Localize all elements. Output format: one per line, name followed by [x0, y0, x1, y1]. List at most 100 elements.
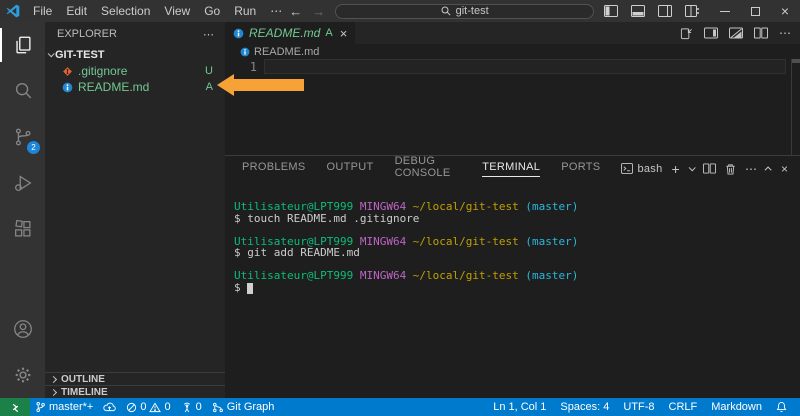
activity-run-debug[interactable]	[0, 160, 45, 206]
editor-more-actions-icon[interactable]: ⋯	[779, 26, 791, 40]
panel-tab-terminal[interactable]: TERMINAL	[482, 161, 540, 177]
breadcrumb-item[interactable]: README.md	[254, 46, 319, 58]
panel-tab-problems[interactable]: PROBLEMS	[242, 161, 306, 177]
split-editor-icon[interactable]	[754, 27, 768, 39]
terminal-command-line: $ touch README.md .gitignore	[234, 213, 800, 225]
publish-changes-button[interactable]	[98, 402, 121, 412]
problems-status[interactable]: 0 0	[121, 401, 175, 413]
forwarded-ports-status[interactable]: 0	[176, 401, 207, 413]
command-center-search[interactable]: git-test	[335, 4, 594, 19]
terminal-shell-selector[interactable]: bash	[621, 163, 662, 175]
activity-explorer[interactable]	[0, 22, 45, 68]
editor-tab-bar: README.md A × ⋯	[225, 22, 800, 44]
git-branch-status[interactable]: master*+	[30, 401, 98, 413]
activity-settings[interactable]	[0, 352, 45, 398]
menu-run[interactable]: Run	[227, 4, 263, 18]
menu-overflow[interactable]: ⋯	[263, 4, 289, 18]
breadcrumb[interactable]: README.md	[225, 44, 800, 59]
info-file-icon	[233, 28, 244, 39]
editor-scrollbar-slider[interactable]	[792, 59, 800, 63]
extensions-icon	[12, 218, 34, 240]
notifications-bell-icon[interactable]	[769, 401, 794, 413]
terminal-command-line: $ git add README.md	[234, 247, 800, 259]
new-terminal-icon[interactable]: +	[672, 162, 680, 176]
bottom-panel: PROBLEMS OUTPUT DEBUG CONSOLE TERMINAL P…	[225, 155, 800, 398]
files-icon	[12, 34, 34, 56]
editor-pane[interactable]: 1	[225, 59, 800, 155]
menu-selection[interactable]: Selection	[94, 4, 157, 18]
terminal-cursor	[247, 283, 253, 294]
preview-side-icon[interactable]	[729, 27, 743, 39]
activity-accounts[interactable]	[0, 306, 45, 352]
navigate-forward-icon[interactable]: →	[312, 4, 325, 19]
terminal-prompt-line: Utilisateur@LPT999MINGW64~/local/git-tes…	[234, 270, 800, 282]
file-row-gitignore[interactable]: .gitignore U	[45, 63, 225, 79]
status-bar: master*+ 0 0 0 Git Graph Ln 1, Col 1 Spa…	[0, 398, 800, 416]
folder-section-git-test[interactable]: GIT-TEST	[45, 46, 225, 63]
kill-terminal-trash-icon[interactable]	[725, 163, 736, 175]
activity-extensions[interactable]	[0, 206, 45, 252]
window-minimize-button[interactable]	[710, 0, 740, 22]
menu-go[interactable]: Go	[197, 4, 227, 18]
gear-icon	[12, 364, 34, 386]
terminal-dropdown-icon[interactable]	[689, 164, 696, 171]
explorer-more-actions-icon[interactable]: ⋯	[203, 28, 215, 41]
editor-scrollbar-divider	[791, 59, 792, 155]
open-preview-icon[interactable]	[704, 27, 718, 39]
panel-tab-ports[interactable]: PORTS	[561, 161, 600, 177]
indentation-status[interactable]: Spaces: 4	[553, 401, 616, 413]
menu-file[interactable]: File	[26, 4, 59, 18]
terminal-block: Utilisateur@LPT999MINGW64~/local/git-tes…	[234, 270, 800, 294]
toggle-sidebar-icon[interactable]	[604, 5, 618, 17]
activity-source-control[interactable]: 2	[0, 114, 45, 160]
chevron-right-icon	[50, 375, 57, 382]
git-graph-icon	[212, 402, 224, 413]
menu-edit[interactable]: Edit	[59, 4, 94, 18]
chevron-right-icon	[50, 388, 57, 395]
outline-section[interactable]: OUTLINE	[45, 372, 225, 385]
activity-search[interactable]	[0, 68, 45, 114]
activity-bar: 2	[0, 22, 45, 398]
line-number: 1	[225, 60, 257, 74]
encoding-status[interactable]: UTF-8	[616, 401, 661, 413]
tab-readme[interactable]: README.md A ×	[225, 22, 355, 44]
file-row-readme[interactable]: README.md A	[45, 79, 225, 95]
cursor-position-status[interactable]: Ln 1, Col 1	[486, 401, 553, 413]
annotation-arrow-tail	[233, 79, 304, 91]
navigate-back-icon[interactable]: ←	[289, 4, 302, 19]
git-graph-button[interactable]: Git Graph	[207, 401, 280, 413]
split-terminal-icon[interactable]	[703, 163, 716, 174]
remote-icon	[10, 402, 21, 413]
tab-close-icon[interactable]: ×	[340, 27, 348, 40]
remote-indicator-button[interactable]	[0, 398, 30, 416]
panel-tab-debug-console[interactable]: DEBUG CONSOLE	[395, 155, 462, 183]
panel-more-actions-icon[interactable]: ⋯	[745, 162, 758, 176]
panel-tab-output[interactable]: OUTPUT	[327, 161, 374, 177]
terminal-block: Utilisateur@LPT999MINGW64~/local/git-tes…	[234, 201, 800, 224]
open-changes-icon[interactable]	[680, 27, 693, 40]
eol-status[interactable]: CRLF	[662, 401, 705, 413]
radio-tower-icon	[181, 402, 193, 413]
terminal-icon	[621, 163, 633, 174]
window-close-button[interactable]: ×	[770, 0, 800, 22]
terminal-output[interactable]: Utilisateur@LPT999MINGW64~/local/git-tes…	[225, 181, 800, 305]
toggle-secondary-sidebar-icon[interactable]	[658, 5, 672, 17]
warning-count: 0	[164, 401, 170, 413]
toggle-panel-icon[interactable]	[631, 5, 645, 17]
explorer-title: EXPLORER	[57, 28, 117, 40]
close-panel-icon[interactable]: ×	[781, 162, 789, 176]
file-name: README.md	[78, 80, 149, 94]
window-maximize-button[interactable]	[740, 0, 770, 22]
error-count: 0	[140, 401, 146, 413]
timeline-section[interactable]: TIMELINE	[45, 385, 225, 398]
terminal-input-line[interactable]: $	[234, 282, 800, 294]
cloud-upload-icon	[103, 402, 116, 412]
customize-layout-icon[interactable]	[685, 5, 700, 17]
search-icon	[441, 6, 451, 16]
menu-view[interactable]: View	[157, 4, 197, 18]
language-mode-status[interactable]: Markdown	[704, 401, 769, 413]
terminal-prompt-line: Utilisateur@LPT999MINGW64~/local/git-tes…	[234, 201, 800, 213]
maximize-panel-icon[interactable]	[765, 166, 772, 173]
info-file-icon	[62, 82, 73, 93]
outline-label: OUTLINE	[61, 374, 105, 385]
